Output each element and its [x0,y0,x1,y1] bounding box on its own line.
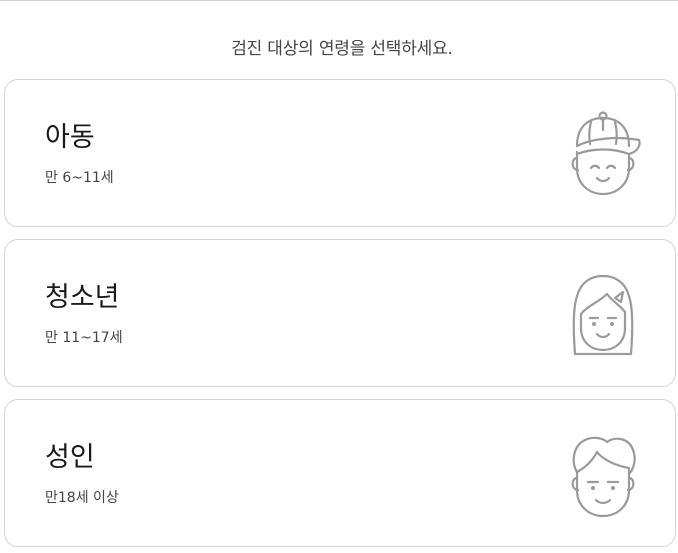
option-age-range: 만 11~17세 [45,330,123,346]
age-option-child[interactable]: 아동 만 6~11세 [4,79,676,227]
age-option-adult[interactable]: 성인 만18세 이상 [4,399,676,547]
option-title: 아동 [45,122,95,153]
option-title: 청소년 [45,282,120,313]
adult-man-icon [563,428,643,524]
option-age-range: 만18세 이상 [45,490,119,506]
top-divider [0,0,678,1]
teen-girl-icon [563,268,643,364]
age-option-teen[interactable]: 청소년 만 11~17세 [4,239,676,387]
instruction-text: 검진 대상의 연령을 선택하세요. [231,39,453,59]
child-cap-icon [563,108,643,204]
option-title: 성인 [45,442,95,473]
option-age-range: 만 6~11세 [45,170,114,186]
